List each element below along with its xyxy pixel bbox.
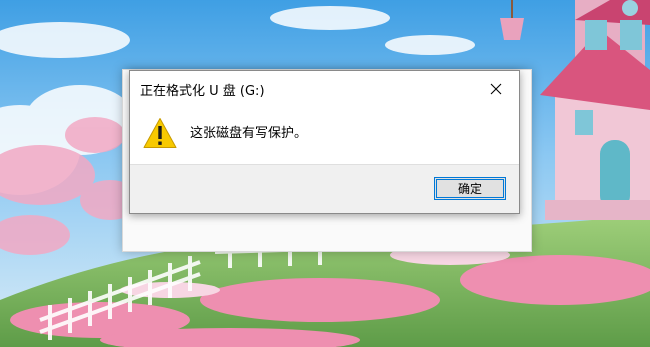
dialog-title: 正在格式化 U 盘 (G:) — [140, 84, 265, 99]
message-dialog: 正在格式化 U 盘 (G:) 这张磁盘有写保护。 确定 — [129, 70, 520, 214]
dialog-content: 这张磁盘有写保护。 — [130, 107, 519, 163]
close-button[interactable] — [473, 71, 519, 107]
dialog-message: 这张磁盘有写保护。 — [190, 126, 308, 141]
dialog-titlebar[interactable]: 正在格式化 U 盘 (G:) — [130, 71, 519, 107]
dialog-footer: 确定 — [130, 164, 519, 213]
close-icon — [490, 83, 502, 95]
warning-icon — [143, 118, 177, 148]
ok-button[interactable]: 确定 — [434, 177, 506, 200]
